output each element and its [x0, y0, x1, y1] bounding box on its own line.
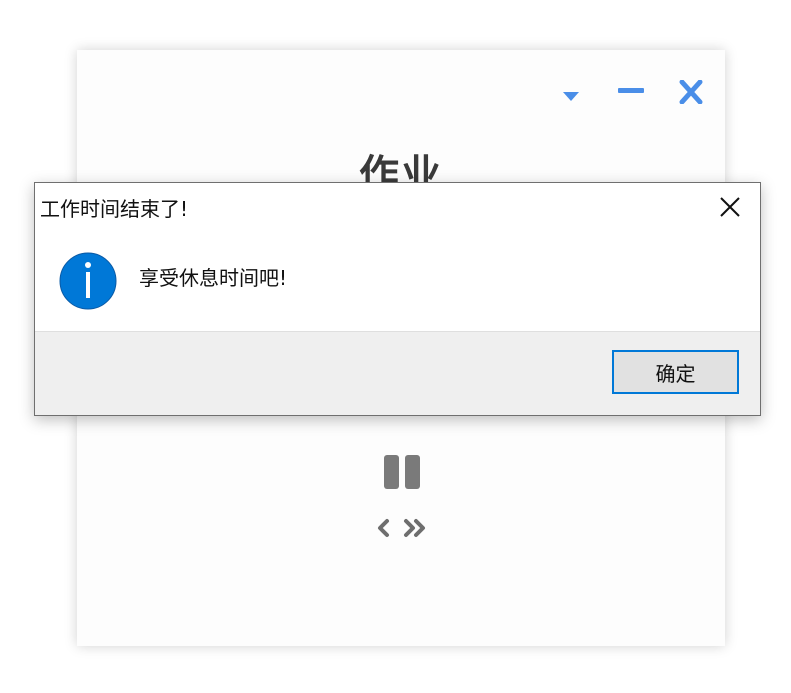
pause-icon: [384, 455, 420, 489]
info-icon: [59, 252, 117, 310]
ok-button[interactable]: 确定: [612, 350, 739, 394]
dialog-message: 享受休息时间吧!: [139, 266, 288, 290]
skip-button[interactable]: [402, 518, 428, 538]
minimize-button[interactable]: [615, 80, 647, 104]
caret-down-icon: [563, 92, 579, 101]
previous-button[interactable]: [376, 518, 392, 538]
close-button[interactable]: [675, 80, 707, 104]
minimize-icon: [618, 88, 644, 93]
double-chevron-right-icon: [404, 519, 425, 537]
message-box-dialog: 工作时间结束了! 享受休息时间吧! 确定: [34, 182, 761, 416]
pause-button[interactable]: [384, 455, 420, 489]
collapse-button[interactable]: [555, 80, 587, 104]
close-icon: [720, 197, 740, 217]
close-icon: [679, 80, 703, 104]
chevron-left-icon: [378, 519, 389, 537]
dialog-footer: 确定: [35, 331, 760, 415]
dialog-close-button[interactable]: [718, 195, 742, 219]
dialog-title: 工作时间结束了!: [40, 197, 189, 221]
